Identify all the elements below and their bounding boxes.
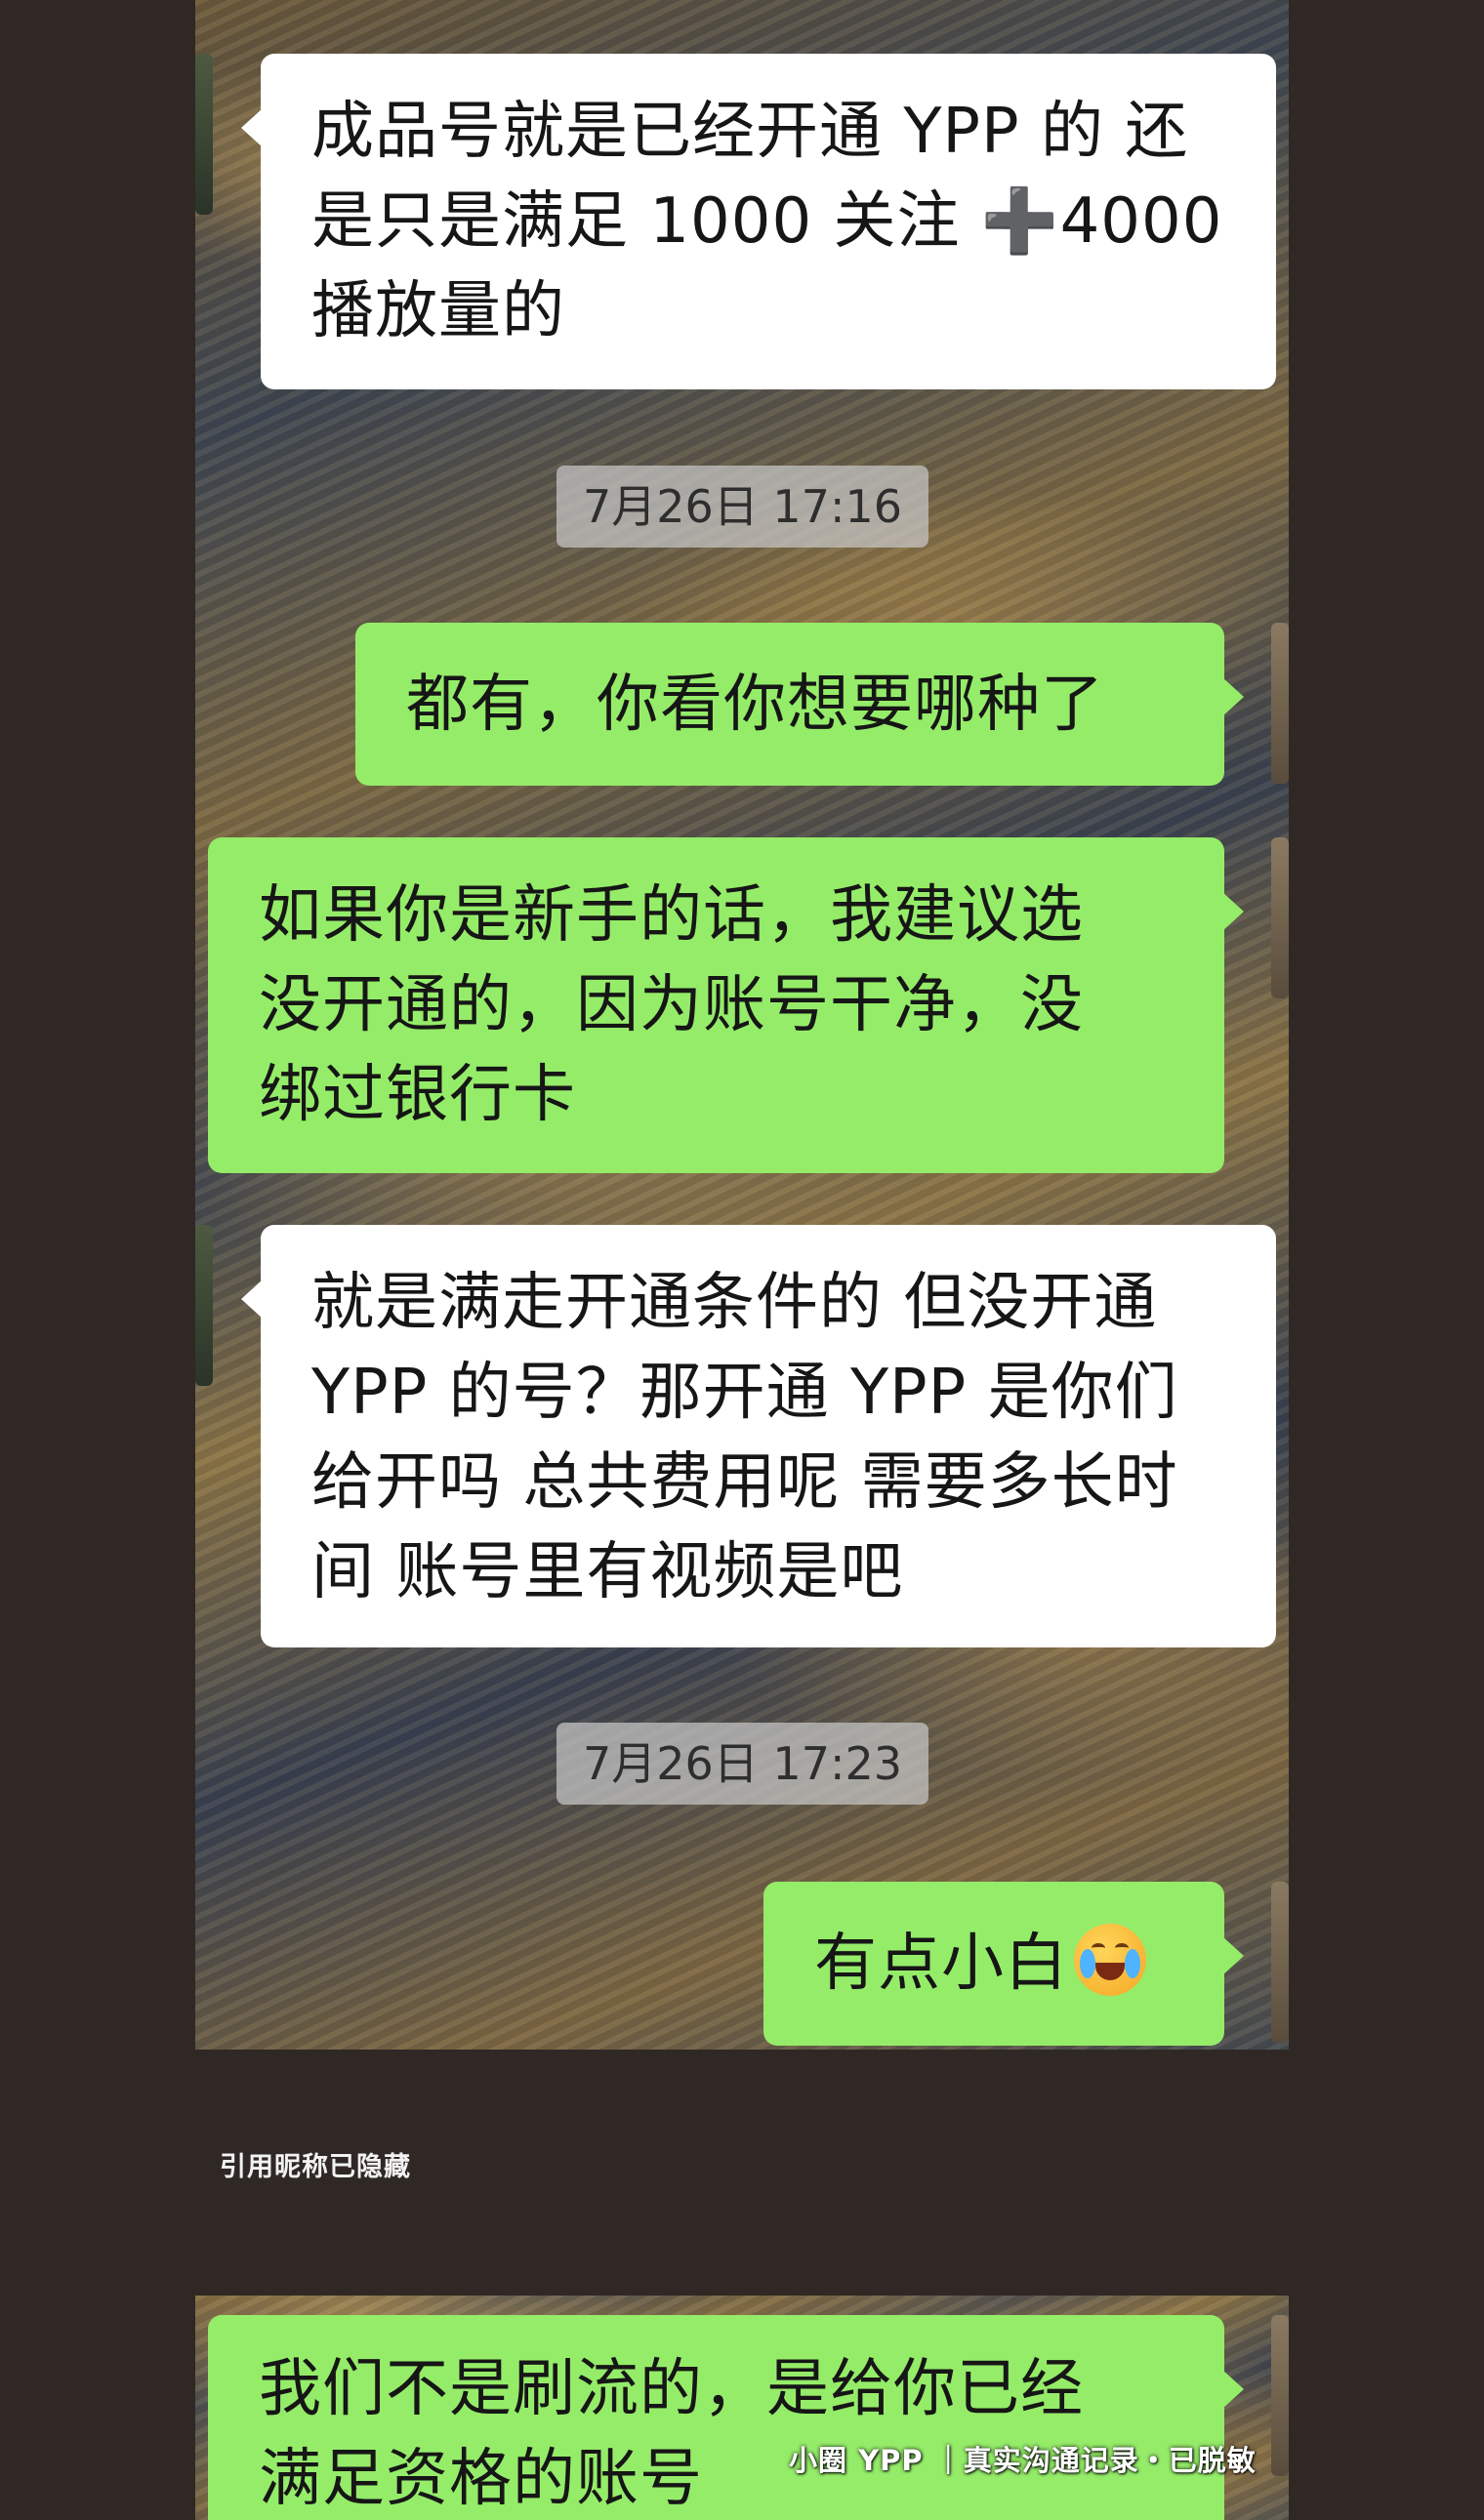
timestamp-pill: 7月26日 17:16 (556, 466, 928, 548)
caption-text: 引用昵称已隐藏 (220, 2152, 411, 2182)
watermark-label: 小圈 YPP ｜真实沟通记录・已脱敏 (789, 2444, 1257, 2477)
message-line: 成品号就是已经开通 YPP 的 还 (311, 96, 1189, 168)
message-text: 有点小白 (814, 1928, 1068, 2000)
outgoing-message-bubble[interactable]: 都有，你看你想要哪种了 (355, 623, 1244, 786)
face-with-tears-of-joy-icon (1074, 1924, 1146, 1996)
contact-avatar[interactable] (195, 1225, 213, 1386)
timestamp-pill: 7月26日 17:23 (556, 1723, 928, 1805)
message-line: 是只是满足 1000 关注 ➕4000 (311, 185, 1223, 258)
message-line: 都有，你看你想要哪种了 (406, 669, 1104, 741)
chat-screenshot-top: 成品号就是已经开通 YPP 的 还 是只是满足 1000 关注 ➕4000 播放… (195, 0, 1289, 2050)
my-avatar[interactable] (1271, 837, 1289, 998)
incoming-message-bubble[interactable]: 就是满走开通条件的 但没开通 YPP 的号？那开通 YPP 是你们 给开吗 总共… (241, 1225, 1276, 1647)
contact-avatar[interactable] (195, 54, 213, 215)
message-line: 如果你是新手的话，我建议选 (259, 879, 1084, 952)
message-line: YPP 的号？那开通 YPP 是你们 (311, 1357, 1178, 1429)
message-line: 绑过银行卡 (259, 1059, 576, 1131)
outgoing-message-bubble[interactable]: 我们不是刷流的，是给你已经 满足资格的账号 (208, 2315, 1244, 2520)
incoming-message-bubble[interactable]: 成品号就是已经开通 YPP 的 还 是只是满足 1000 关注 ➕4000 播放… (241, 54, 1276, 389)
my-avatar[interactable] (1271, 623, 1289, 784)
message-line: 就是满走开通条件的 但没开通 (311, 1267, 1158, 1339)
message-line: 我们不是刷流的，是给你已经 (259, 2353, 1084, 2425)
message-line: 给开吗 总共费用呢 需要多长时 (311, 1446, 1178, 1519)
my-avatar[interactable] (1271, 2315, 1289, 2476)
message-line: 间 账号里有视频是吧 (311, 1536, 904, 1608)
chat-screenshot-bottom: 我们不是刷流的，是给你已经 满足资格的账号 (195, 2296, 1289, 2520)
message-line: 有点小白 (814, 1919, 1174, 2009)
message-line: 没开通的，因为账号干净，没 (259, 969, 1084, 1041)
my-avatar[interactable] (1271, 1882, 1289, 2043)
outgoing-message-bubble[interactable]: 如果你是新手的话，我建议选 没开通的，因为账号干净，没 绑过银行卡 (208, 837, 1244, 1173)
message-line: 播放量的 (311, 275, 565, 347)
outgoing-message-bubble[interactable]: 有点小白 (763, 1882, 1244, 2046)
